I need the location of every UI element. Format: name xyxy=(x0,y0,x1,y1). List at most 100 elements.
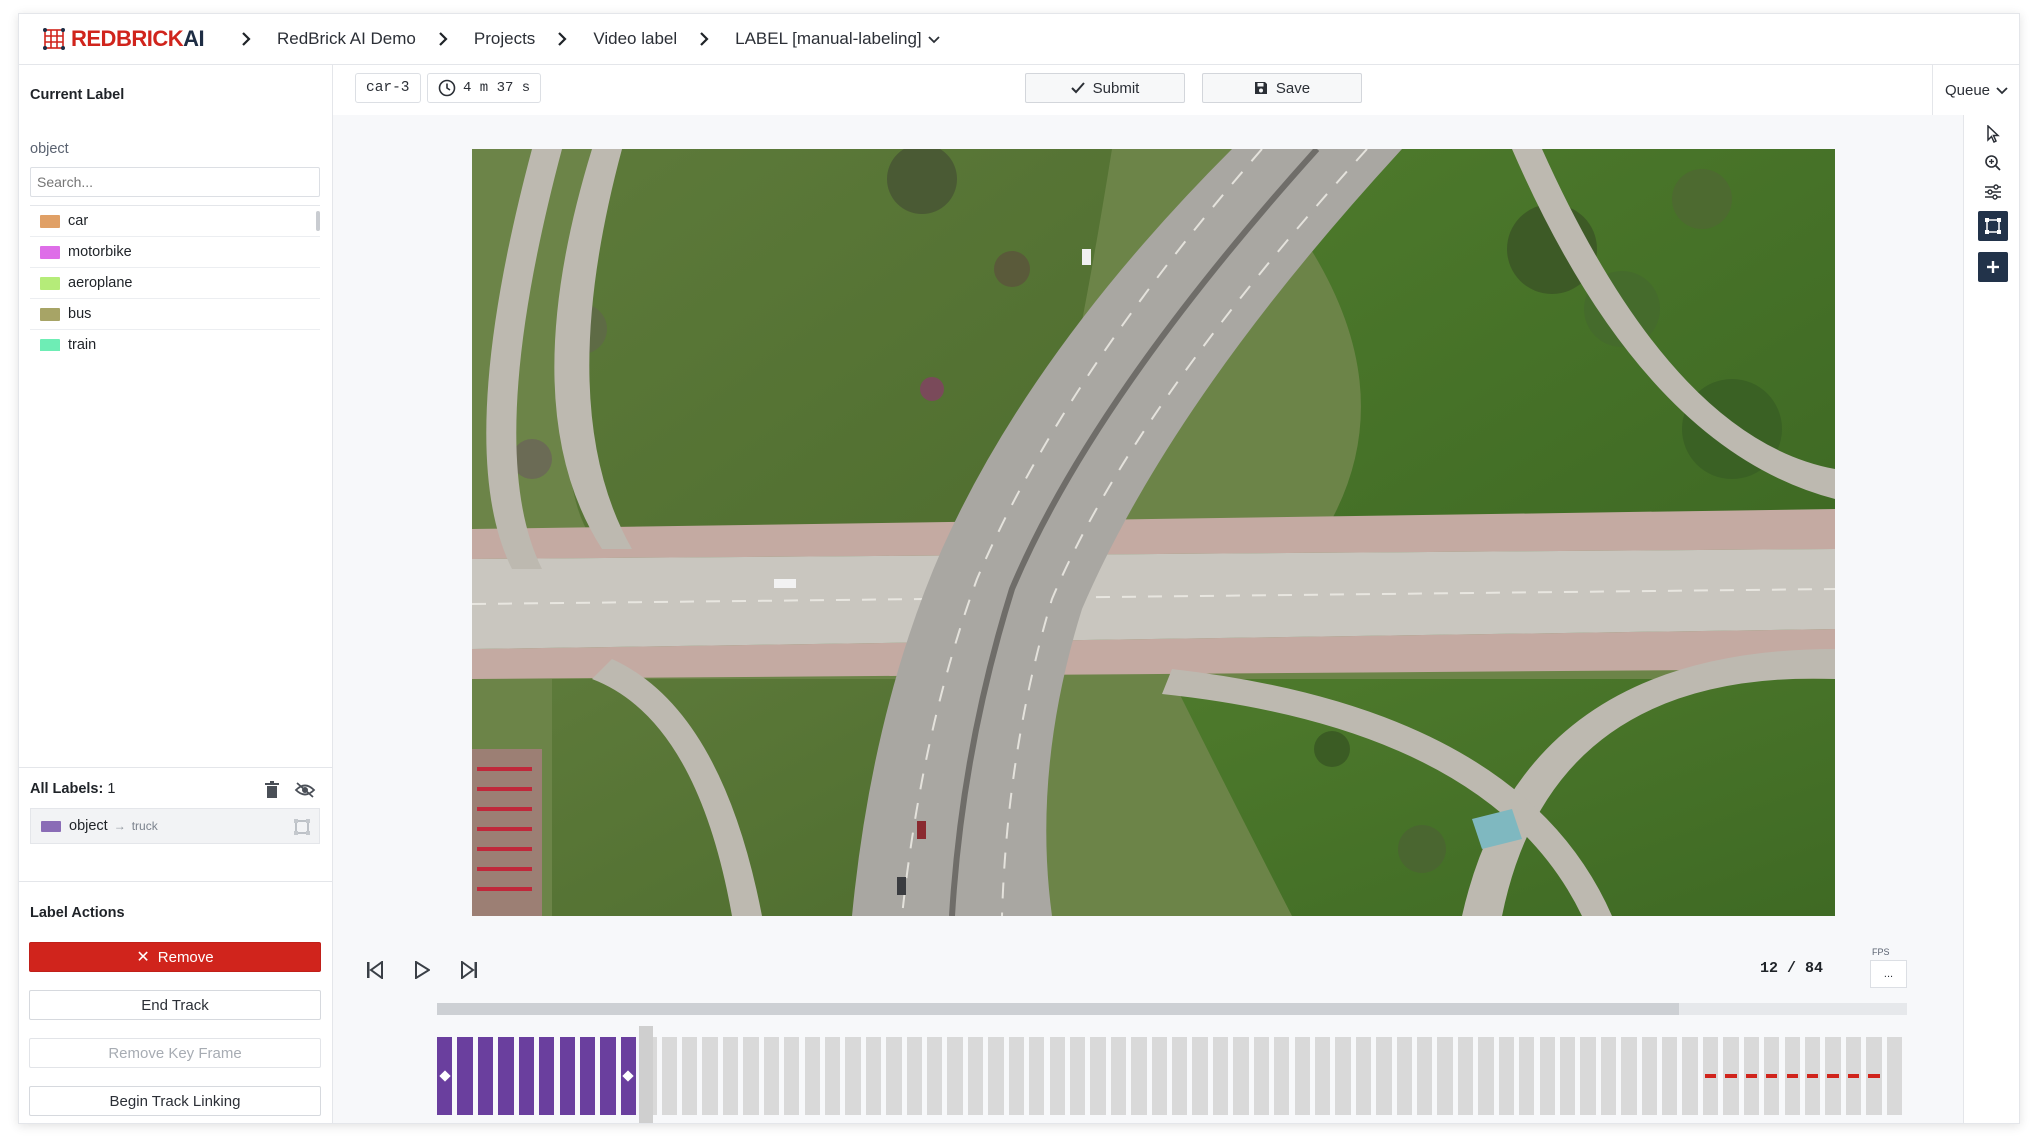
timeline-frame[interactable] xyxy=(1457,1037,1474,1115)
redbrick-logo[interactable]: REDBRICKAI xyxy=(43,26,205,52)
timeline-frame[interactable] xyxy=(1723,1037,1739,1115)
plus-icon[interactable] xyxy=(1978,252,2008,282)
timeline-frame[interactable] xyxy=(988,1037,1004,1115)
timeline-frame[interactable] xyxy=(518,1037,535,1115)
timeline-frame[interactable] xyxy=(1580,1037,1596,1115)
timeline-frame[interactable] xyxy=(1417,1037,1433,1115)
timeline-frame[interactable] xyxy=(1784,1037,1800,1115)
timeline-frame[interactable] xyxy=(1110,1037,1127,1115)
timeline-frame[interactable] xyxy=(1600,1037,1617,1115)
timeline-frame[interactable] xyxy=(682,1037,698,1115)
timeline-frame[interactable] xyxy=(1233,1037,1249,1115)
timeline-frame[interactable] xyxy=(1437,1037,1453,1115)
timeline-frame[interactable] xyxy=(927,1037,943,1115)
timeline-frame[interactable] xyxy=(1519,1037,1535,1115)
breadcrumb-project[interactable]: Video label xyxy=(583,29,687,49)
timeline-frame[interactable] xyxy=(1212,1037,1229,1115)
timeline-frame[interactable] xyxy=(886,1037,902,1115)
timeline-frame[interactable] xyxy=(1825,1037,1841,1115)
timeline-frame[interactable] xyxy=(947,1037,963,1115)
timeline-frame[interactable] xyxy=(1498,1037,1515,1115)
class-item-train[interactable]: train xyxy=(30,330,320,351)
remove-button[interactable]: ✕ Remove xyxy=(29,942,321,972)
timeline-frame[interactable] xyxy=(1049,1037,1065,1115)
class-item-motorbike[interactable]: motorbike xyxy=(30,237,320,268)
timeline-frame[interactable] xyxy=(702,1037,718,1115)
skip-forward-icon[interactable] xyxy=(455,956,483,984)
timeline-frame[interactable] xyxy=(539,1037,555,1115)
timeline-frame[interactable] xyxy=(437,1037,453,1115)
timeline-frame[interactable] xyxy=(1396,1037,1412,1115)
timeline-frame[interactable] xyxy=(1866,1037,1882,1115)
begin-track-linking-button[interactable]: Begin Track Linking xyxy=(29,1086,321,1116)
class-list-scrollbar[interactable] xyxy=(316,211,320,231)
timeline-frame[interactable] xyxy=(457,1037,473,1115)
timeline-frame[interactable] xyxy=(559,1037,575,1115)
frame-timeline[interactable] xyxy=(437,1037,1907,1115)
timeline-frame[interactable] xyxy=(845,1037,861,1115)
timeline-frame[interactable] xyxy=(824,1037,841,1115)
timeline-frame[interactable] xyxy=(1131,1037,1147,1115)
timeline-frame[interactable] xyxy=(1314,1037,1331,1115)
zoom-icon[interactable] xyxy=(1978,148,2008,178)
timeline-frame[interactable] xyxy=(1151,1037,1167,1115)
timeline-frame[interactable] xyxy=(1702,1037,1719,1115)
timeline-frame[interactable] xyxy=(1559,1037,1576,1115)
timeline-frame[interactable] xyxy=(1294,1037,1310,1115)
trash-icon[interactable] xyxy=(264,781,280,799)
timeline-frame[interactable] xyxy=(600,1037,616,1115)
timeline-frame[interactable] xyxy=(661,1037,677,1115)
timeline-frame[interactable] xyxy=(1845,1037,1862,1115)
timeline-frame[interactable] xyxy=(865,1037,882,1115)
timeline-frame[interactable] xyxy=(498,1037,514,1115)
class-item-car[interactable]: car xyxy=(30,206,320,237)
timeline-frame[interactable] xyxy=(743,1037,759,1115)
timeline-frame[interactable] xyxy=(967,1037,984,1115)
timeline-frame[interactable] xyxy=(1172,1037,1188,1115)
timeline-frame[interactable] xyxy=(1641,1037,1657,1115)
class-search-input[interactable] xyxy=(30,167,320,197)
playback-progress-bar[interactable] xyxy=(437,1003,1907,1015)
timeline-frame[interactable] xyxy=(1008,1037,1025,1115)
timeline-frame[interactable] xyxy=(1192,1037,1208,1115)
queue-dropdown[interactable]: Queue xyxy=(1932,65,2019,115)
timeline-frame[interactable] xyxy=(1355,1037,1372,1115)
timeline-frame[interactable] xyxy=(1621,1037,1637,1115)
timeline-frame[interactable] xyxy=(906,1037,922,1115)
class-item-bus[interactable]: bus xyxy=(30,299,320,330)
timeline-frame[interactable] xyxy=(1886,1037,1902,1115)
timeline-frame[interactable] xyxy=(1335,1037,1351,1115)
timeline-frame[interactable] xyxy=(1029,1037,1045,1115)
timeline-frame[interactable] xyxy=(1662,1037,1678,1115)
timeline-frame[interactable] xyxy=(477,1037,494,1115)
timeline-frame[interactable] xyxy=(1682,1037,1698,1115)
end-track-button[interactable]: End Track xyxy=(29,990,321,1020)
breadcrumb-projects[interactable]: Projects xyxy=(464,29,545,49)
timeline-frame[interactable] xyxy=(1764,1037,1780,1115)
timeline-frame[interactable] xyxy=(763,1037,780,1115)
fps-selector[interactable]: ... xyxy=(1870,960,1907,988)
class-item-aeroplane[interactable]: aeroplane xyxy=(30,268,320,299)
bounding-box-tool-icon[interactable] xyxy=(1978,211,2008,241)
timeline-frame[interactable] xyxy=(1539,1037,1555,1115)
timeline-frame[interactable] xyxy=(1478,1037,1494,1115)
skip-back-icon[interactable] xyxy=(361,956,389,984)
timeline-frame[interactable] xyxy=(1743,1037,1760,1115)
hide-labels-icon[interactable] xyxy=(294,781,316,799)
timeline-frame[interactable] xyxy=(784,1037,800,1115)
submit-button[interactable]: Submit xyxy=(1025,73,1185,103)
remove-key-frame-button[interactable]: Remove Key Frame xyxy=(29,1038,321,1068)
timeline-frame[interactable] xyxy=(1069,1037,1086,1115)
timeline-frame[interactable] xyxy=(1090,1037,1106,1115)
pointer-icon[interactable] xyxy=(1978,119,2008,149)
timeline-frame[interactable] xyxy=(1376,1037,1392,1115)
timeline-frame[interactable] xyxy=(1804,1037,1821,1115)
timeline-frame[interactable] xyxy=(1274,1037,1290,1115)
timeline-frame[interactable] xyxy=(804,1037,820,1115)
timeline-frame[interactable] xyxy=(620,1037,637,1115)
breadcrumb-org[interactable]: RedBrick AI Demo xyxy=(267,29,426,49)
video-frame[interactable] xyxy=(472,149,1835,916)
timeline-frame[interactable] xyxy=(722,1037,739,1115)
timeline-frame[interactable] xyxy=(579,1037,596,1115)
sliders-icon[interactable] xyxy=(1978,177,2008,207)
